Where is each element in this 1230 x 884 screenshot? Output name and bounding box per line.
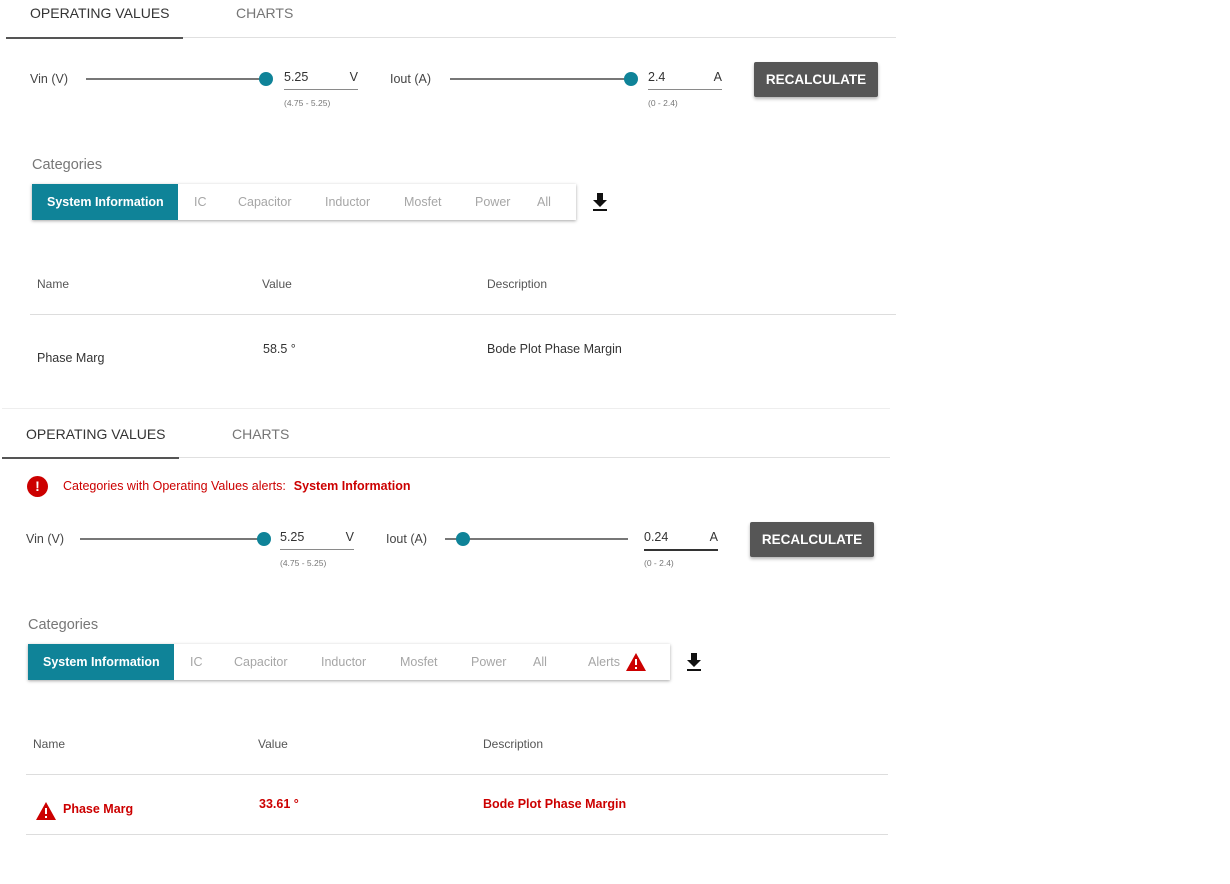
row-value: 58.5 ° — [263, 342, 296, 356]
tab-operating-values[interactable]: OPERATING VALUES — [30, 0, 170, 36]
alert-banner: ! Categories with Operating Values alert… — [27, 475, 410, 497]
category-system-information[interactable]: System Information — [28, 644, 174, 680]
recalculate-button[interactable]: RECALCULATE — [750, 522, 874, 557]
vin-input-underline — [280, 549, 354, 550]
column-header-name: Name — [37, 277, 70, 291]
iout-unit: A — [713, 70, 722, 84]
iout-input-value[interactable]: 0.24 — [644, 530, 668, 544]
tab-bar: OPERATING VALUES CHARTS — [6, 0, 896, 39]
vin-label: Vin (V) — [30, 72, 68, 86]
tab-charts[interactable]: CHARTS — [236, 0, 293, 36]
iout-slider[interactable] — [450, 71, 638, 87]
category-capacitor[interactable]: Capacitor — [222, 184, 310, 220]
category-ic[interactable]: IC — [174, 644, 218, 680]
category-power[interactable]: Power — [458, 644, 518, 680]
category-all[interactable]: All — [518, 644, 572, 680]
category-bar: System Information IC Capacitor Inductor… — [32, 184, 576, 220]
iout-slider-track — [450, 78, 631, 80]
vin-slider[interactable] — [80, 531, 271, 547]
vin-unit: V — [349, 70, 358, 84]
category-mosfet[interactable]: Mosfet — [390, 184, 462, 220]
iout-range: (0 - 2.4) — [648, 98, 678, 108]
tab-operating-values[interactable]: OPERATING VALUES — [26, 421, 166, 457]
tab-charts[interactable]: CHARTS — [232, 421, 289, 457]
vin-input-underline — [284, 89, 358, 90]
alert-text: Categories with Operating Values alerts: — [63, 479, 286, 493]
operating-values-panel: OPERATING VALUES CHARTS Vin (V) 5.25 V (… — [6, 0, 896, 406]
vin-unit: V — [345, 530, 354, 544]
warning-triangle-icon — [625, 653, 646, 671]
category-all[interactable]: All — [522, 184, 576, 220]
column-header-name: Name — [33, 737, 66, 751]
alert-categories: System Information — [293, 479, 411, 493]
category-inductor[interactable]: Inductor — [310, 184, 390, 220]
warning-triangle-icon — [36, 802, 56, 820]
iout-slider-track — [445, 538, 628, 540]
column-header-value: Value — [262, 277, 292, 291]
category-power[interactable]: Power — [462, 184, 522, 220]
iout-input-underline — [644, 549, 718, 551]
categories-title: Categories — [28, 617, 99, 633]
operating-values-panel-with-alerts: OPERATING VALUES CHARTS ! Categories wit… — [2, 408, 890, 839]
iout-range: (0 - 2.4) — [644, 558, 674, 568]
row-value: 33.61 ° — [259, 797, 299, 811]
category-capacitor[interactable]: Capacitor — [218, 644, 306, 680]
category-bar: System Information IC Capacitor Inductor… — [28, 644, 670, 680]
column-header-description: Description — [483, 737, 544, 751]
category-system-information[interactable]: System Information — [32, 184, 178, 220]
vin-slider-track — [86, 78, 266, 80]
vin-slider-track — [80, 538, 264, 540]
vin-slider-thumb[interactable] — [257, 532, 271, 546]
row-description: Bode Plot Phase Margin — [487, 342, 622, 356]
iout-slider-thumb[interactable] — [624, 72, 638, 86]
vin-slider[interactable] — [86, 71, 273, 87]
row-name: Phase Marg — [37, 351, 105, 365]
download-icon[interactable] — [684, 651, 704, 673]
vin-label: Vin (V) — [26, 532, 64, 546]
category-alerts[interactable]: Alerts — [572, 644, 670, 680]
categories-title: Categories — [32, 157, 103, 173]
active-tab-indicator — [6, 37, 183, 39]
category-alerts-label: Alerts — [588, 655, 620, 669]
row-description: Bode Plot Phase Margin — [483, 797, 627, 811]
recalculate-button[interactable]: RECALCULATE — [754, 62, 878, 97]
active-tab-indicator — [2, 457, 179, 459]
iout-input-value[interactable]: 2.4 — [648, 70, 665, 84]
vin-slider-thumb[interactable] — [259, 72, 273, 86]
column-header-value: Value — [258, 737, 288, 751]
iout-input-underline — [648, 89, 722, 90]
table-header-divider — [30, 314, 896, 315]
column-header-description: Description — [487, 277, 548, 291]
iout-unit: A — [709, 530, 718, 544]
iout-label: Iout (A) — [386, 532, 427, 546]
vin-input-value[interactable]: 5.25 — [280, 530, 304, 544]
vin-input-value[interactable]: 5.25 — [284, 70, 308, 84]
category-inductor[interactable]: Inductor — [306, 644, 386, 680]
table-row-divider — [26, 834, 888, 835]
row-name: Phase Marg — [63, 802, 134, 816]
category-ic[interactable]: IC — [178, 184, 222, 220]
iout-slider-thumb[interactable] — [456, 532, 471, 546]
vin-range: (4.75 - 5.25) — [284, 98, 331, 108]
table-header-divider — [26, 774, 888, 775]
download-icon[interactable] — [590, 191, 610, 213]
vin-range: (4.75 - 5.25) — [280, 558, 327, 568]
iout-label: Iout (A) — [390, 72, 431, 86]
iout-slider[interactable] — [445, 531, 628, 547]
tab-bar: OPERATING VALUES CHARTS — [2, 409, 890, 459]
category-mosfet[interactable]: Mosfet — [386, 644, 458, 680]
error-circle-icon: ! — [27, 475, 48, 497]
